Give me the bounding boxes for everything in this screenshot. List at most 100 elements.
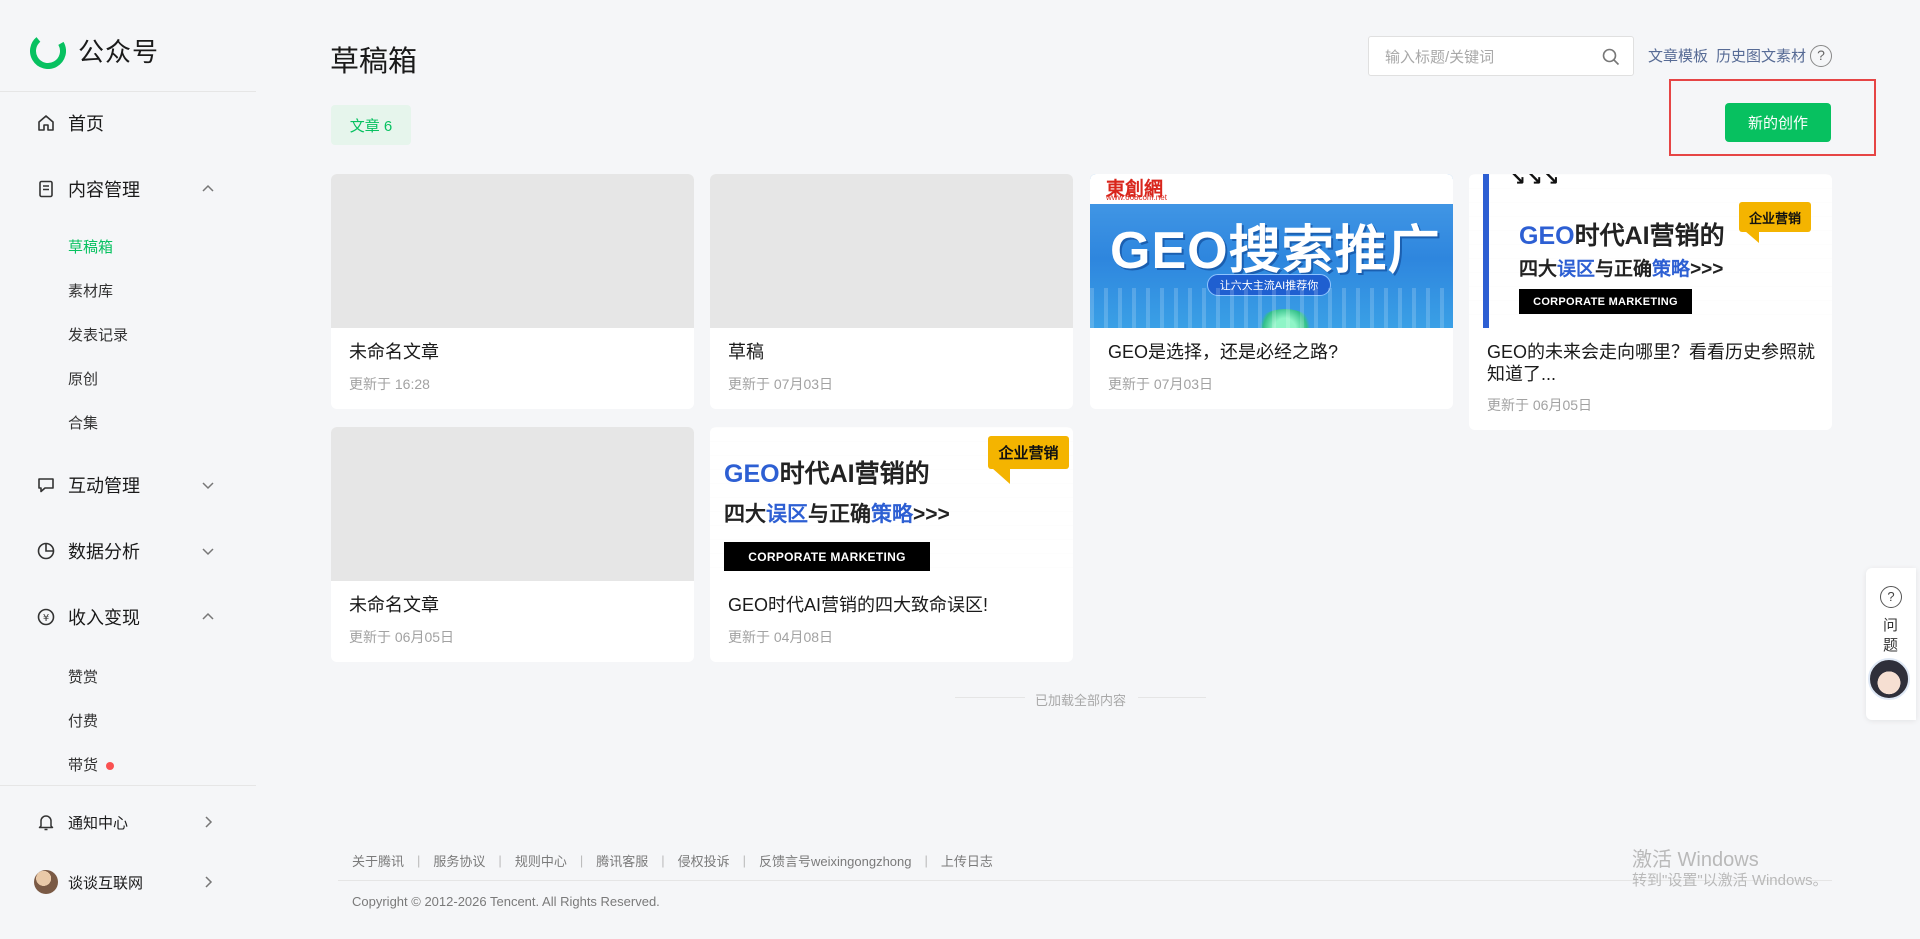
home-icon: [35, 112, 57, 134]
nav-notification-label: 通知中心: [68, 814, 129, 832]
sidebar-item-publish-records[interactable]: 发表记录: [68, 324, 128, 345]
chevron-up-icon[interactable]: [200, 609, 216, 625]
draft-card[interactable]: GEO时代AI营销的 四大误区与正确策略>>> CORPORATE MARKET…: [710, 427, 1073, 662]
sidebar: 公众号 首页 内容管理 草稿箱 素材库 发表记录 原创 合集 互动管理 数据分析…: [0, 0, 256, 939]
windows-activation-watermark-sub: 转到"设置"以激活 Windows。: [1632, 872, 1828, 889]
sidebar-item-paid[interactable]: 付费: [68, 710, 98, 731]
app-logo[interactable]: 公众号: [30, 32, 159, 69]
nav-content-management[interactable]: 内容管理: [0, 177, 256, 201]
app-name: 公众号: [78, 37, 160, 67]
draft-updated: 更新于 16:28: [349, 376, 430, 392]
nav-account[interactable]: 谈谈互联网: [0, 871, 256, 893]
sidebar-item-materials[interactable]: 素材库: [68, 280, 113, 301]
footer-link-complaint[interactable]: 侵权投诉: [678, 851, 730, 870]
svg-text:¥: ¥: [43, 613, 49, 624]
draft-card[interactable]: 東創網 www.668com.net GEO搜索推广 让六大主流AI推荐你 GE…: [1090, 174, 1453, 409]
draft-thumbnail-placeholder: [331, 174, 694, 328]
divider: [955, 697, 1025, 698]
poster-bar: CORPORATE MARKETING: [1519, 289, 1692, 314]
poster-line-1: GEO时代AI营销的: [724, 460, 930, 488]
assistant-avatar[interactable]: [1868, 658, 1910, 700]
draft-card[interactable]: ↘↘↘ GEO时代AI营销的 四大误区与正确策略>>> CORPORATE MA…: [1469, 174, 1832, 430]
new-creation-button[interactable]: 新的创作: [1725, 103, 1831, 142]
footer-link-about[interactable]: 关于腾讯: [352, 851, 404, 870]
sidebar-item-original[interactable]: 原创: [68, 368, 98, 389]
loaded-all-status: 已加载全部内容: [1035, 693, 1127, 708]
footer-link-rules[interactable]: 规则中心: [515, 851, 567, 870]
nav-data-analysis[interactable]: 数据分析: [0, 539, 256, 563]
draft-title: 未命名文章: [349, 342, 439, 362]
comment-icon: [35, 474, 57, 496]
help-icon[interactable]: ?: [1810, 45, 1832, 67]
sidebar-item-appreciation[interactable]: 赞赏: [68, 666, 98, 687]
draft-updated: 更新于 07月03日: [1108, 376, 1214, 392]
poster-badge-tail: [992, 468, 1010, 484]
yuan-coin-icon: ¥: [35, 606, 57, 628]
search-box[interactable]: [1368, 36, 1634, 76]
nav-monetization-label: 收入变现: [68, 608, 140, 628]
chevron-right-icon: [205, 876, 213, 888]
windows-activation-watermark: 激活 Windows: [1632, 849, 1759, 871]
nav-notification-center[interactable]: 通知中心: [0, 811, 256, 833]
draft-updated: 更新于 04月08日: [728, 629, 834, 645]
search-icon[interactable]: [1601, 47, 1621, 67]
draft-thumbnail-placeholder: [710, 174, 1073, 328]
geo-marketing-poster-image: GEO时代AI营销的 四大误区与正确策略>>> CORPORATE MARKET…: [710, 427, 1073, 581]
poster-line-2: 四大误区与正确策略>>>: [724, 503, 950, 526]
account-name: 谈谈互联网: [68, 874, 144, 892]
divider: [1138, 697, 1206, 698]
divider: [0, 91, 256, 92]
poster-line-2: 四大误区与正确策略>>>: [1519, 259, 1724, 280]
nav-interaction-label: 互动管理: [68, 476, 140, 496]
draft-title: GEO时代AI营销的四大致命误区!: [728, 595, 989, 615]
draft-card[interactable]: 未命名文章 更新于 06月05日: [331, 427, 694, 662]
poster-url: www.668com.net: [1106, 193, 1167, 202]
footer-link-terms[interactable]: 服务协议: [433, 851, 485, 870]
question-icon[interactable]: ?: [1880, 586, 1902, 608]
draft-thumbnail: GEO时代AI营销的 四大误区与正确策略>>> CORPORATE MARKET…: [710, 427, 1073, 581]
poster-badge: 企业营销: [988, 436, 1069, 469]
sidebar-item-sales[interactable]: 带货: [68, 754, 115, 775]
nav-home-label: 首页: [68, 114, 104, 134]
document-icon: [35, 178, 57, 200]
notification-dot: [106, 762, 115, 771]
geo-search-poster-image: 東創網 www.668com.net GEO搜索推广 让六大主流AI推荐你: [1090, 174, 1453, 328]
draft-thumbnail: 東創網 www.668com.net GEO搜索推广 让六大主流AI推荐你: [1090, 174, 1453, 328]
draft-title: 草稿: [728, 342, 764, 362]
footer-links: 关于腾讯 | 服务协议 | 规则中心 | 腾讯客服 | 侵权投诉 | 反馈言号weixin…: [352, 851, 993, 870]
draft-title: GEO是选择，还是必经之路?: [1108, 342, 1339, 362]
nav-home[interactable]: 首页: [0, 111, 256, 135]
history-materials-link[interactable]: 历史图文素材: [1716, 45, 1806, 66]
chevron-down-icon[interactable]: [200, 477, 216, 493]
search-input[interactable]: [1385, 46, 1585, 68]
nav-interaction-management[interactable]: 互动管理: [0, 473, 256, 497]
wechat-official-logo-icon: [30, 32, 66, 69]
footer-link-upload-log[interactable]: 上传日志: [941, 851, 993, 870]
footer-link-support[interactable]: 腾讯客服: [596, 851, 648, 870]
nav-monetization[interactable]: ¥ 收入变现: [0, 605, 256, 629]
poster-accent-stripe: [1483, 174, 1489, 328]
sidebar-item-collections[interactable]: 合集: [68, 412, 98, 433]
draft-updated: 更新于 06月05日: [349, 629, 455, 645]
floating-help-label[interactable]: 问题: [1883, 616, 1901, 656]
bell-icon: [35, 811, 57, 833]
chevron-right-icon: [205, 816, 213, 828]
divider: [0, 785, 256, 786]
sidebar-item-drafts[interactable]: 草稿箱: [68, 236, 113, 257]
poster-bars: [1090, 288, 1453, 328]
draft-card[interactable]: 未命名文章 更新于 16:28: [331, 174, 694, 409]
tab-articles[interactable]: 文章 6: [331, 105, 411, 145]
chevron-up-icon[interactable]: [200, 181, 216, 197]
sidebar-item-sales-label: 带货: [68, 757, 99, 774]
footer-link-feedback[interactable]: 反馈言号weixingongzhong: [759, 851, 911, 870]
chevron-down-icon[interactable]: [200, 543, 216, 559]
draft-card[interactable]: 草稿 更新于 07月03日: [710, 174, 1073, 409]
draft-thumbnail: ↘↘↘ GEO时代AI营销的 四大误区与正确策略>>> CORPORATE MA…: [1469, 174, 1832, 328]
poster-quote-mark: ↘↘↘: [1509, 174, 1560, 190]
draft-updated: 更新于 07月03日: [728, 376, 834, 392]
floating-help-panel[interactable]: ? 问题: [1866, 568, 1916, 720]
article-template-link[interactable]: 文章模板: [1648, 45, 1708, 66]
nav-data-analysis-label: 数据分析: [68, 542, 140, 562]
pie-chart-icon: [35, 540, 57, 562]
draft-updated: 更新于 06月05日: [1487, 397, 1593, 413]
